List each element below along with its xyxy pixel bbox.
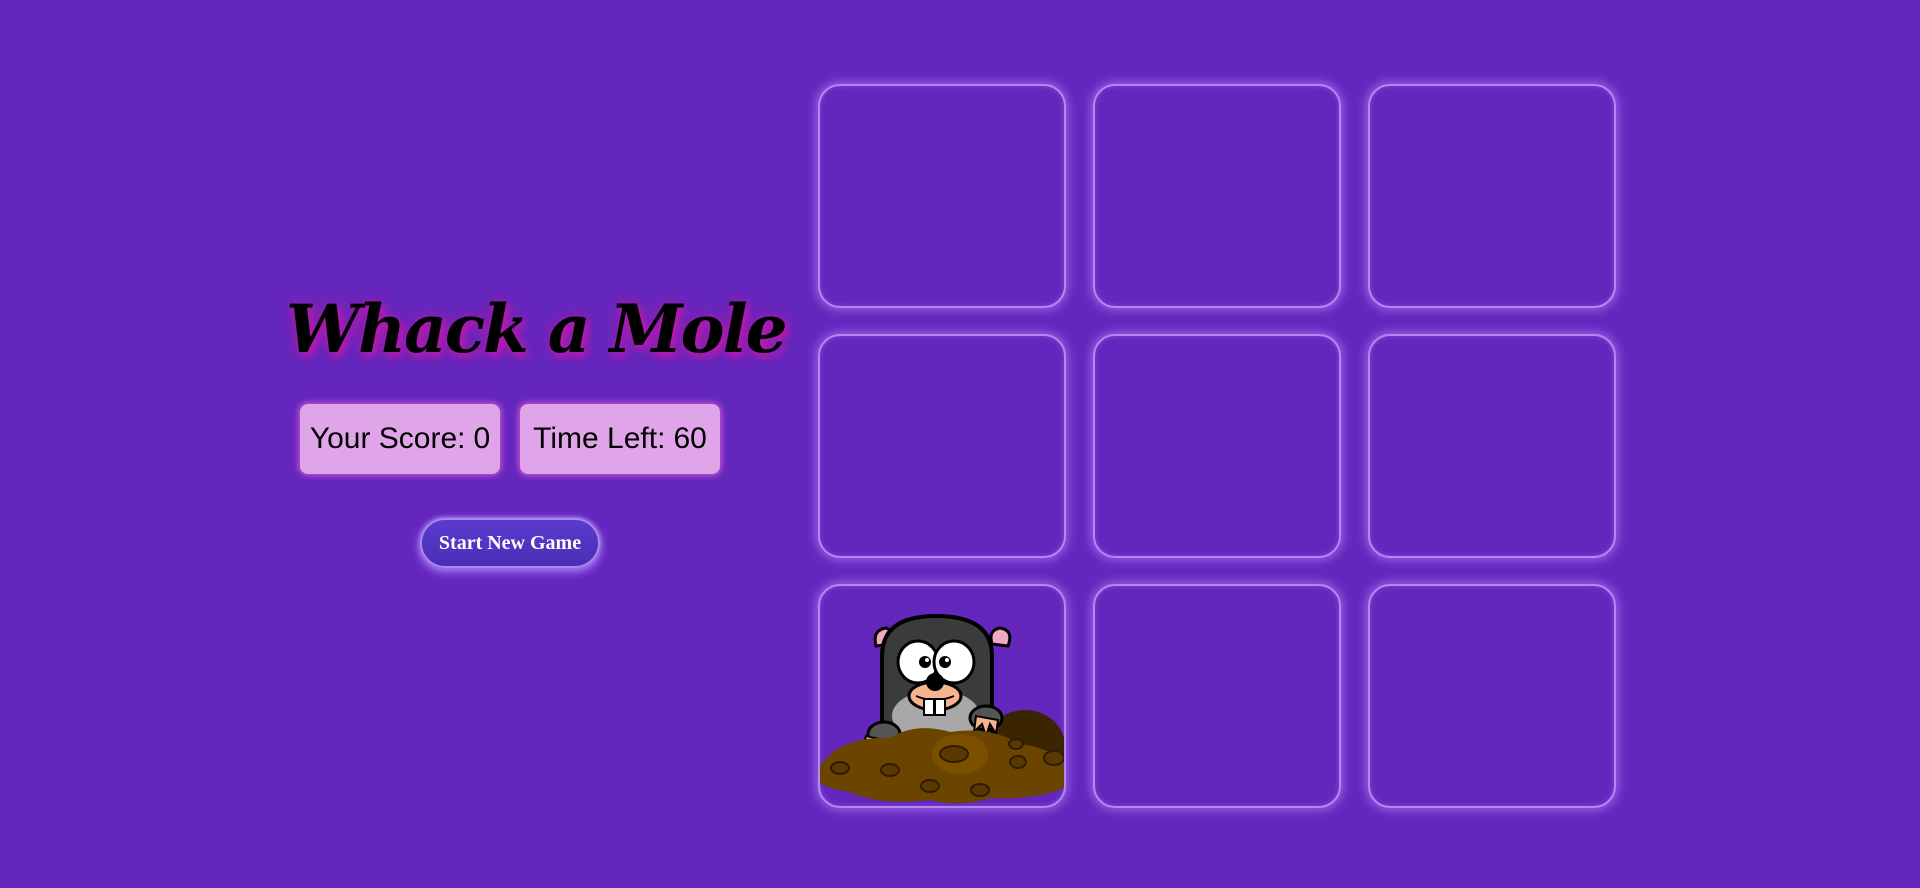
hole-r2-c3[interactable] <box>1368 334 1616 558</box>
game-title: Whack a Mole <box>286 290 788 368</box>
hole-r2-c1[interactable] <box>818 334 1066 558</box>
hole-r1-c3[interactable] <box>1368 84 1616 308</box>
hole-r3-c3[interactable] <box>1368 584 1616 808</box>
time-label: Time Left: <box>533 422 666 455</box>
timer-box: Time Left: 60 <box>520 404 720 474</box>
hole-r3-c1[interactable] <box>818 584 1066 808</box>
score-label: Your Score: <box>309 422 466 455</box>
mole-grid <box>818 84 1618 810</box>
hole-r3-c2[interactable] <box>1093 584 1341 808</box>
score-box: Your Score: 0 <box>300 404 500 474</box>
time-value: 60 <box>673 422 707 455</box>
hole-r1-c1[interactable] <box>818 84 1066 308</box>
hole-r2-c2[interactable] <box>1093 334 1341 558</box>
score-value: 0 <box>473 422 491 455</box>
hole-r1-c2[interactable] <box>1093 84 1341 308</box>
start-new-game-button[interactable]: Start New Game <box>420 518 600 568</box>
mole-icon[interactable] <box>820 586 1066 808</box>
game-panel: Whack a Mole Your Score: 0 Time Left: 60… <box>280 290 788 580</box>
